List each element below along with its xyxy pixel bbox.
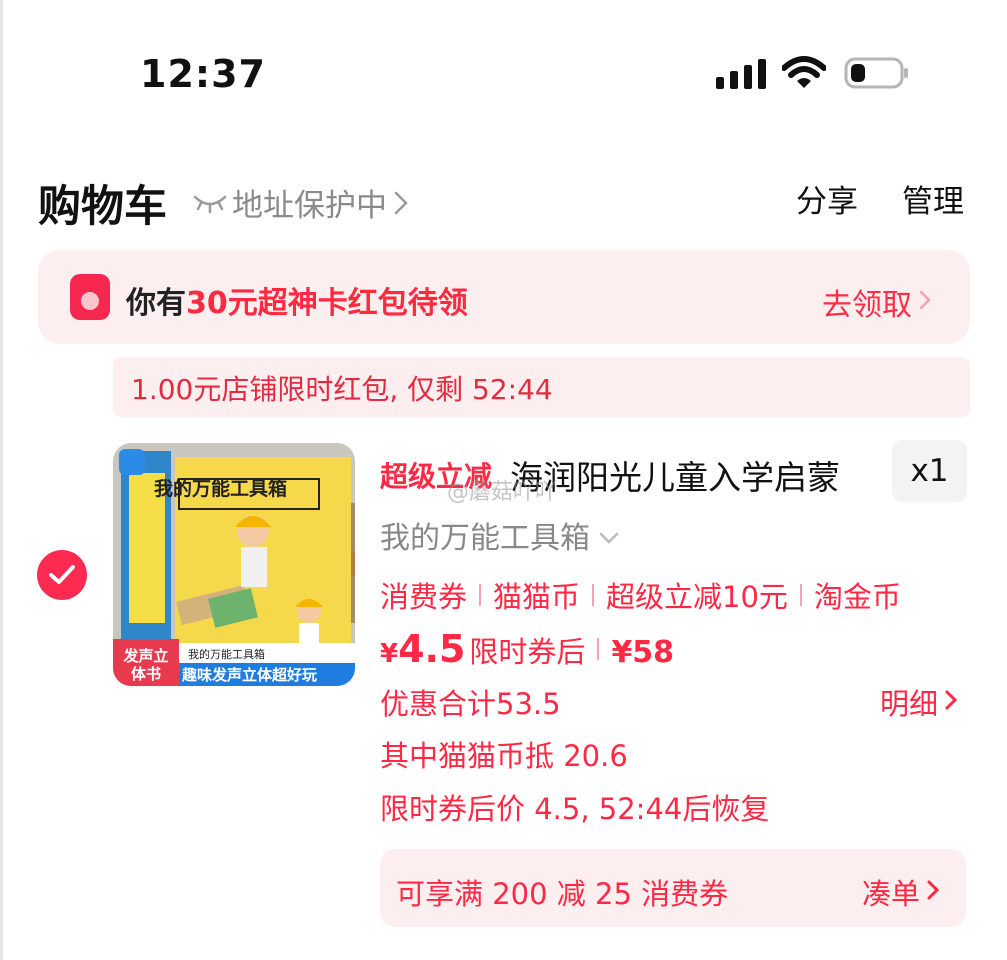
price-note: 限时券后: [469, 635, 586, 669]
red-packet-icon: [70, 274, 110, 320]
book-badge: 发声立体书: [123, 647, 169, 683]
product-title[interactable]: 海润阳光儿童入学启蒙: [510, 451, 840, 499]
promo-tags: 消费券 猫猫币 超级立减10元 淘金币: [380, 574, 901, 616]
wifi-icon: [781, 56, 827, 90]
claim-red-packet-button[interactable]: 去领取: [822, 280, 932, 324]
promo-tag: 淘金币: [813, 580, 901, 614]
add-on-label: 凑单: [862, 877, 921, 911]
chevron-right-icon: [926, 875, 940, 909]
item-checkbox[interactable]: [37, 550, 87, 600]
cellular-signal-icon: [716, 59, 768, 89]
price-divider: [597, 638, 600, 660]
spec-selector[interactable]: 我的万能工具箱: [380, 513, 620, 557]
original-price: ¥58: [611, 635, 675, 670]
chevron-down-icon: [598, 518, 620, 553]
left-edge-divider: [0, 0, 3, 960]
chevron-right-icon: [391, 188, 411, 218]
tag-divider: [479, 584, 482, 606]
status-time: 12:37: [140, 52, 266, 96]
spec-label: 我的万能工具箱: [380, 521, 590, 556]
address-protection-link[interactable]: 地址保护中: [192, 180, 411, 225]
red-packet-prefix: 你有: [126, 286, 186, 321]
page-title: 购物车: [38, 182, 167, 232]
chevron-right-icon: [918, 285, 932, 320]
closed-eye-icon: [192, 192, 228, 214]
discount-total: 优惠合计53.5: [380, 687, 561, 721]
chevron-right-icon: [944, 685, 958, 719]
discount-detail-link[interactable]: 明细: [880, 681, 958, 723]
shop-packet-text: 1.00元店铺限时红包, 仅剩 52:44: [131, 373, 553, 406]
tag-divider: [799, 584, 802, 606]
promo-tag: 猫猫币: [493, 580, 581, 614]
red-packet-text: 你有30元超神卡红包待领: [126, 278, 468, 322]
detail-label: 明细: [880, 687, 939, 721]
add-on-button[interactable]: 凑单: [862, 871, 940, 913]
address-protection-label: 地址保护中: [232, 188, 387, 224]
coupon-text: 可享满 200 减 25 消费券: [396, 877, 729, 911]
price-symbol: ¥: [380, 639, 399, 669]
claim-label: 去领取: [822, 288, 912, 323]
price-restore-note: 限时券后价 4.5, 52:44后恢复: [380, 792, 770, 826]
book-slogan-small: 我的万能工具箱: [188, 648, 265, 661]
coin-deduction: 其中猫猫币抵 20.6: [380, 739, 628, 773]
share-button[interactable]: 分享: [796, 176, 858, 221]
promo-tag: 超级立减10元: [606, 580, 788, 614]
promo-tag: 消费券: [380, 580, 468, 614]
quantity-button[interactable]: x1: [892, 440, 967, 502]
red-packet-amount: 30元超神卡红包待领: [186, 286, 468, 321]
tag-divider: [592, 584, 595, 606]
battery-icon: [844, 57, 910, 89]
coupon-price: 4.5: [398, 627, 466, 671]
watermark-text: @蘑菇吖吖: [447, 480, 558, 505]
book-cover-title: 我的万能工具箱: [154, 478, 288, 500]
book-slogan: 趣味发声立体超好玩: [182, 666, 318, 684]
manage-button[interactable]: 管理: [902, 176, 964, 221]
price-row: ¥ 4.5 限时券后 ¥58: [380, 627, 674, 671]
